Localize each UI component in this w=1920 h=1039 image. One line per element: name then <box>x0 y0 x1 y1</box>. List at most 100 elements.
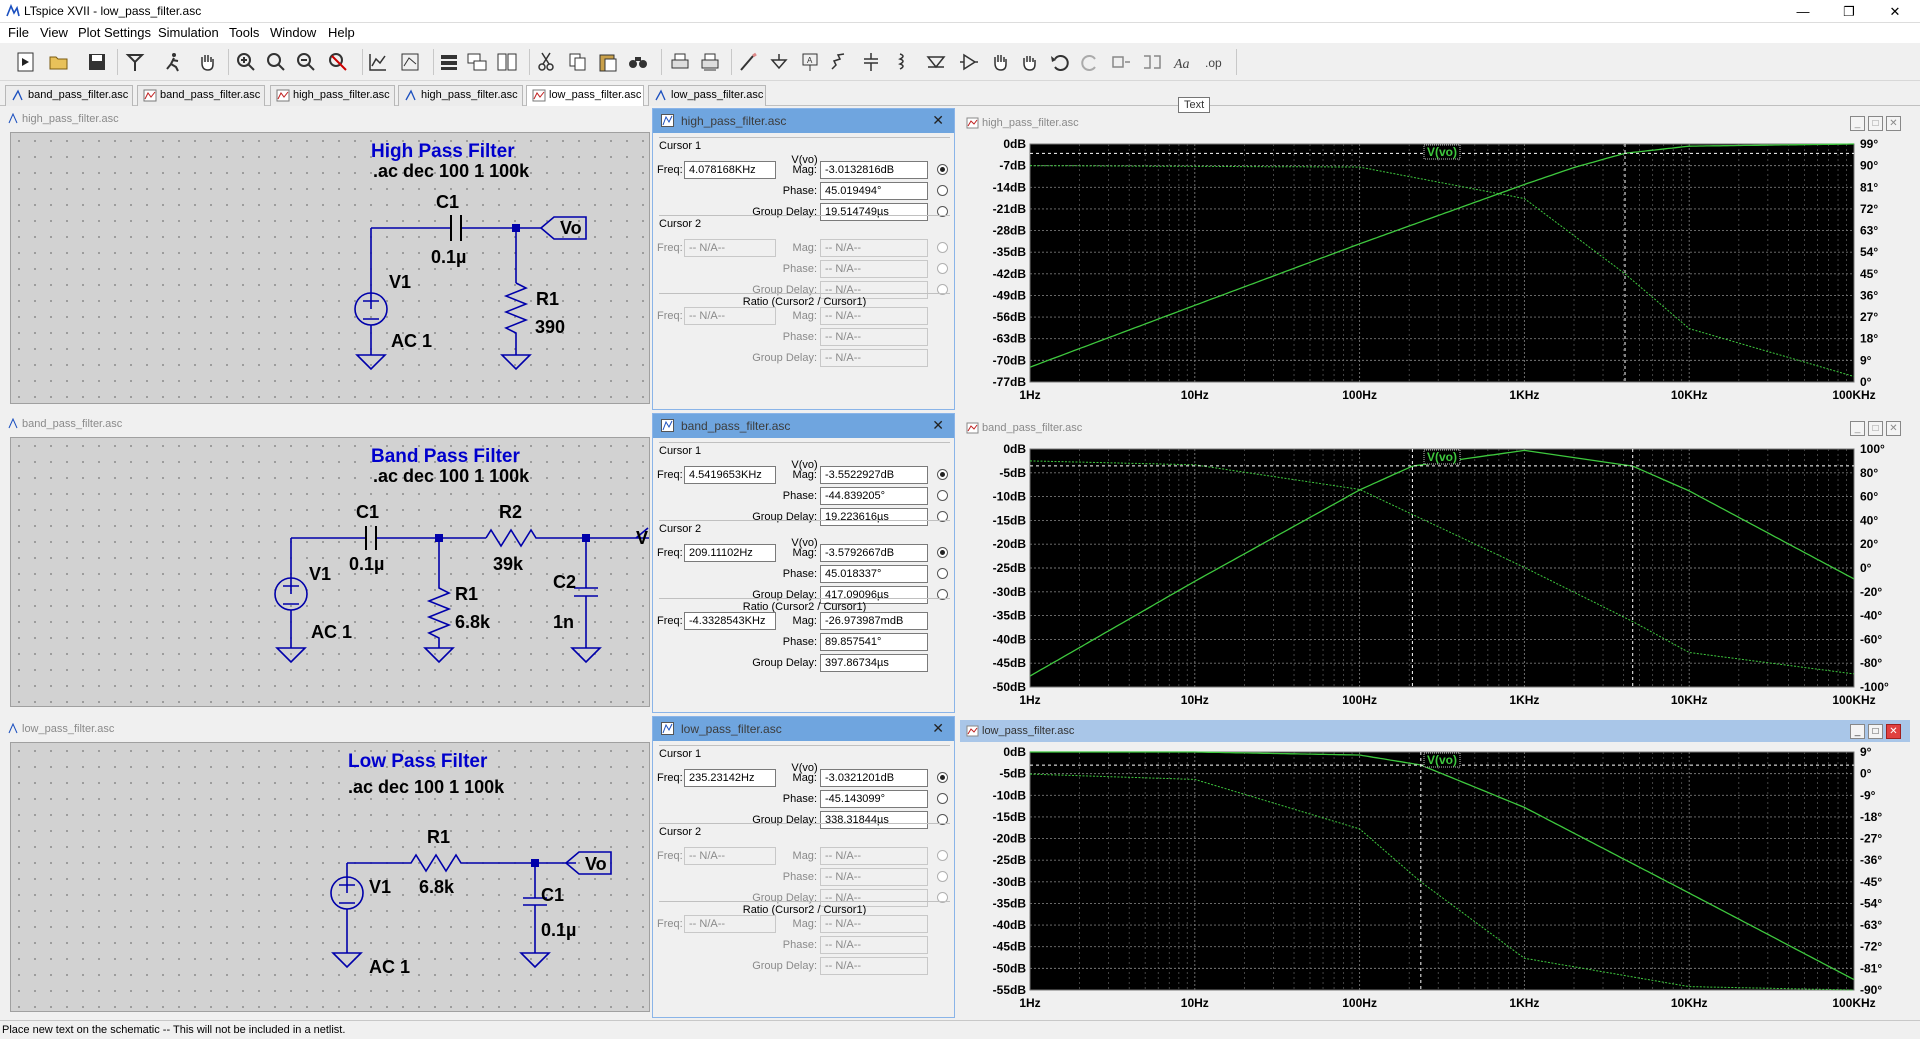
freq-field[interactable]: -- N/A-- <box>684 847 776 865</box>
group-delay-field[interactable]: -- N/A-- <box>820 349 928 367</box>
freq-field[interactable]: 235.23142Hz <box>684 769 776 787</box>
plot-close-button[interactable]: ✕ <box>1886 724 1901 739</box>
bode-plot-band-pass[interactable]: 1Hz 10Hz 100Hz 1KHz 10KHz 100KHz 0dB -5dB -10dB -… <box>960 441 1910 713</box>
capacitor-icon[interactable] <box>858 49 884 75</box>
menu-file[interactable]: File <box>8 25 29 40</box>
minimize-button[interactable]: — <box>1780 0 1826 23</box>
label-net-icon[interactable]: A <box>797 49 823 75</box>
rotate-icon[interactable] <box>1108 49 1134 75</box>
mag-field[interactable]: -3.5522927dB <box>820 466 928 484</box>
spice-directive[interactable]: .ac dec 100 1 100k <box>373 161 530 181</box>
cursor-phase-radio[interactable] <box>937 263 948 274</box>
cursor-mag-radio[interactable] <box>937 547 948 558</box>
menu-help[interactable]: Help <box>328 25 355 40</box>
cursor-mag-radio[interactable] <box>937 469 948 480</box>
mag-field[interactable]: -3.0321201dB <box>820 769 928 787</box>
autorange-icon[interactable] <box>365 49 391 75</box>
phase-field[interactable]: -- N/A-- <box>820 868 928 886</box>
plot-settings-icon[interactable] <box>397 49 423 75</box>
phase-field[interactable]: -- N/A-- <box>820 260 928 278</box>
cursor-mag-radio[interactable] <box>937 242 948 253</box>
close-icon[interactable]: ✕ <box>932 720 944 737</box>
close-icon[interactable]: ✕ <box>932 112 944 129</box>
copy-icon[interactable] <box>565 49 591 75</box>
print-preview-icon[interactable] <box>697 49 723 75</box>
draw-wire-icon[interactable] <box>735 49 761 75</box>
group-delay-field[interactable]: -- N/A-- <box>820 957 928 975</box>
phase-field[interactable]: 45.019494° <box>820 182 928 200</box>
diode-icon[interactable] <box>923 49 949 75</box>
cursor-phase-radio[interactable] <box>937 871 948 882</box>
mag-field[interactable]: -3.5792667dB <box>820 544 928 562</box>
menu-plot-settings[interactable]: Plot Settings <box>78 25 151 40</box>
phase-field[interactable]: -- N/A-- <box>820 936 928 954</box>
plot-minimize-button[interactable]: _ <box>1850 724 1865 739</box>
tab-low-pass-plot[interactable]: low_pass_filter.asc <box>526 85 644 106</box>
menu-simulation[interactable]: Simulation <box>158 25 219 40</box>
cursor-phase-radio[interactable] <box>937 568 948 579</box>
close-icon[interactable]: ✕ <box>932 417 944 434</box>
menu-window[interactable]: Window <box>270 25 316 40</box>
close-window-button[interactable]: ✕ <box>1872 0 1918 23</box>
inductor-icon[interactable] <box>890 49 916 75</box>
cursor-phase-radio[interactable] <box>937 490 948 501</box>
print-icon[interactable] <box>667 49 693 75</box>
redo-icon[interactable] <box>1077 49 1103 75</box>
schematic-canvas[interactable]: Band Pass Filter .ac dec 100 1 100k C1 0… <box>10 437 650 707</box>
plot-maximize-button[interactable]: □ <box>1868 421 1883 436</box>
mirror-icon[interactable] <box>1139 49 1165 75</box>
find-icon[interactable] <box>625 49 651 75</box>
plot-close-button[interactable]: ✕ <box>1886 421 1901 436</box>
mag-field[interactable]: -3.0132816dB <box>820 161 928 179</box>
plot-close-button[interactable]: ✕ <box>1886 116 1901 131</box>
freq-field[interactable]: -- N/A-- <box>684 239 776 257</box>
paste-icon[interactable] <box>595 49 621 75</box>
save-icon[interactable] <box>84 49 110 75</box>
tab-band-pass-plot[interactable]: band_pass_filter.asc <box>137 85 265 106</box>
mag-field[interactable]: -- N/A-- <box>820 847 928 865</box>
undo-icon[interactable] <box>1047 49 1073 75</box>
cursor-mag-radio[interactable] <box>937 164 948 175</box>
ground-icon[interactable] <box>766 49 792 75</box>
move-hand-icon[interactable] <box>987 49 1013 75</box>
plot-minimize-button[interactable]: _ <box>1850 116 1865 131</box>
phase-field[interactable]: 45.018337° <box>820 565 928 583</box>
mag-field[interactable]: -- N/A-- <box>820 239 928 257</box>
pan-hand-icon[interactable] <box>194 49 220 75</box>
zoom-fit-icon[interactable] <box>263 49 289 75</box>
tile-vertical-icon[interactable] <box>494 49 520 75</box>
mag-field[interactable]: -- N/A-- <box>820 307 928 325</box>
menu-tools[interactable]: Tools <box>229 25 259 40</box>
phase-field[interactable]: 89.857541° <box>820 633 928 651</box>
schematic-canvas[interactable]: Low Pass Filter .ac dec 100 1 100k R1 6.… <box>10 742 650 1012</box>
spice-directive[interactable]: .ac dec 100 1 100k <box>348 777 505 797</box>
tab-band-pass-schematic[interactable]: band_pass_filter.asc <box>5 85 133 106</box>
run-icon[interactable] <box>160 49 186 75</box>
resistor-icon[interactable] <box>827 49 853 75</box>
zoom-out-icon[interactable] <box>293 49 319 75</box>
cursor-mag-radio[interactable] <box>937 772 948 783</box>
freq-field[interactable]: -- N/A-- <box>684 307 776 325</box>
spice-directive-icon[interactable]: .op <box>1201 49 1227 75</box>
maximize-button[interactable]: ❐ <box>1826 0 1872 23</box>
zoom-in-icon[interactable] <box>233 49 259 75</box>
tab-high-pass-plot[interactable]: high_pass_filter.asc <box>270 85 395 106</box>
phase-field[interactable]: -44.839205° <box>820 487 928 505</box>
cursor-phase-radio[interactable] <box>937 793 948 804</box>
phase-field[interactable]: -45.143099° <box>820 790 928 808</box>
freq-field[interactable]: 209.11102Hz <box>684 544 776 562</box>
freq-field[interactable]: 4.5419653KHz <box>684 466 776 484</box>
text-icon[interactable]: Aa <box>1170 49 1196 75</box>
plot-maximize-button[interactable]: □ <box>1868 116 1883 131</box>
mag-field[interactable]: -- N/A-- <box>820 915 928 933</box>
tab-high-pass-schematic[interactable]: high_pass_filter.asc <box>398 85 523 106</box>
zoom-cancel-icon[interactable] <box>325 49 351 75</box>
plot-maximize-button[interactable]: □ <box>1868 724 1883 739</box>
phase-field[interactable]: -- N/A-- <box>820 328 928 346</box>
cursor-phase-radio[interactable] <box>937 185 948 196</box>
drag-hand-icon[interactable] <box>1017 49 1043 75</box>
bode-plot-low-pass[interactable]: 1Hz 10Hz 100Hz 1KHz 10KHz 100KHz 0dB -5dB -10dB -… <box>960 744 1910 1016</box>
freq-field[interactable]: -4.3328543KHz <box>684 612 776 630</box>
cut-icon[interactable] <box>533 49 559 75</box>
control-panel-icon[interactable] <box>122 49 148 75</box>
